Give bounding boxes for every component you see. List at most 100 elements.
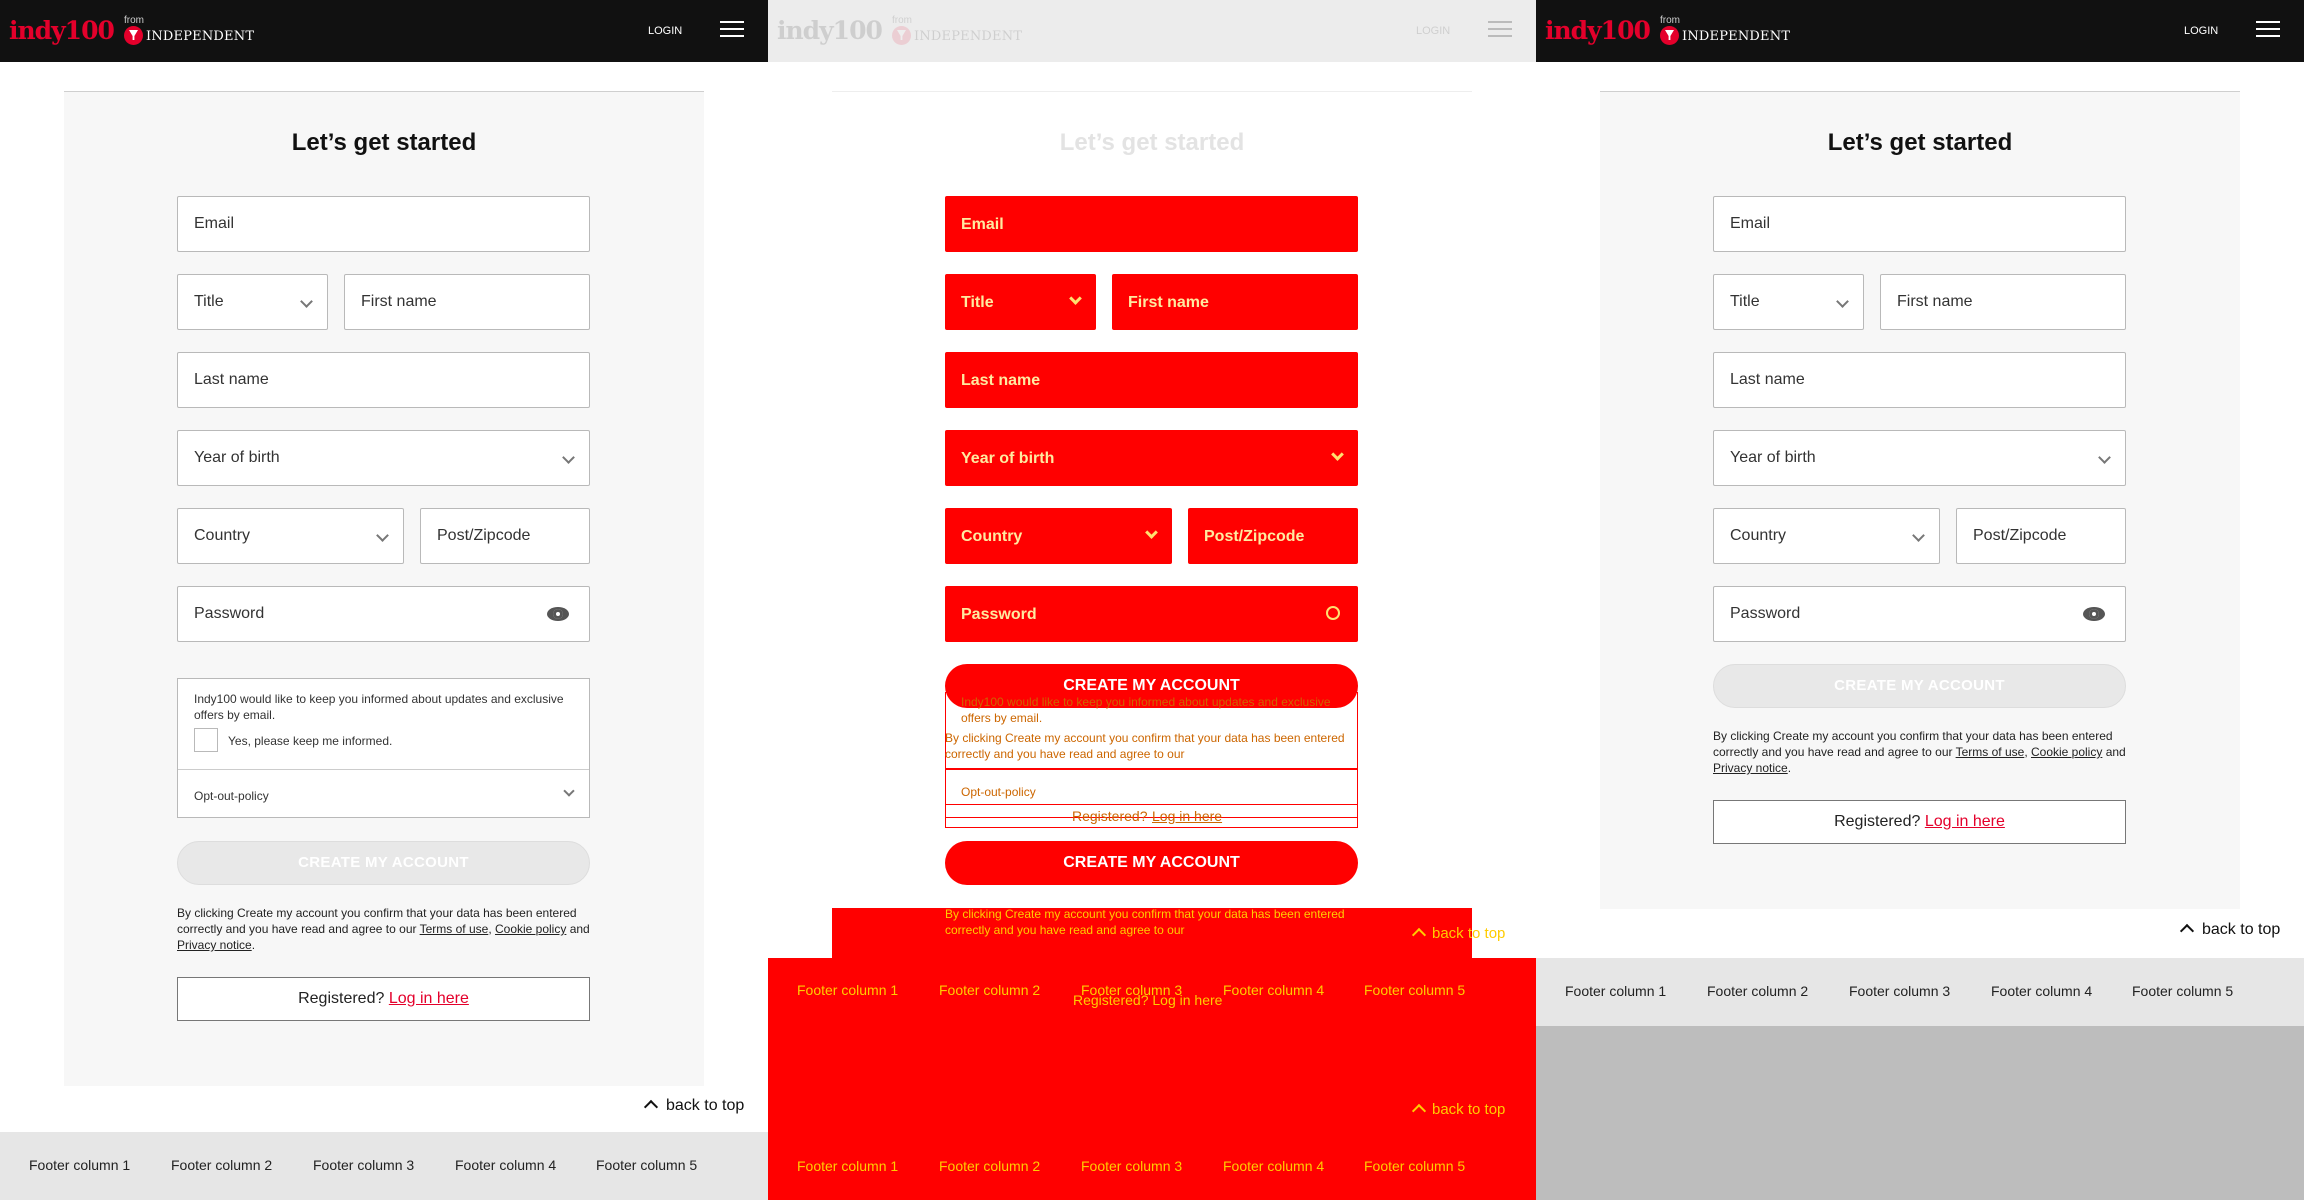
footer-column-3[interactable]: Footer column 3 — [1849, 983, 1950, 999]
footer-column-1[interactable]: Footer column 1 — [1565, 983, 1666, 999]
panel-signup-compact: indy100 from INDEPENDENT LOGIN Let’s get… — [1536, 0, 2304, 1200]
cookie-policy-link[interactable]: Cookie policy — [2031, 745, 2102, 759]
chevron-down-icon[interactable] — [563, 785, 575, 797]
create-account-button[interactable]: CREATE MY ACCOUNT — [945, 841, 1358, 885]
registered-login-box: Registered? Log in here — [177, 977, 590, 1021]
title-select[interactable]: Title — [177, 274, 328, 330]
password-field[interactable]: Password — [945, 586, 1358, 642]
first-name-field[interactable]: First name — [1112, 274, 1358, 330]
email-field[interactable]: Email — [945, 196, 1358, 252]
footer-column-5[interactable]: Footer column 5 — [2132, 983, 2233, 999]
footer-column-1[interactable]: Footer column 1 — [29, 1157, 130, 1173]
legal-notice: By clicking Create my account you confir… — [1713, 729, 2126, 775]
hamburger-menu-icon[interactable] — [720, 21, 744, 39]
footer-column-4[interactable]: Footer column 4 — [1223, 982, 1324, 998]
independent-eagle-icon — [124, 26, 143, 45]
first-name-placeholder: First name — [361, 293, 437, 310]
footer-column-5[interactable]: Footer column 5 — [1364, 1158, 1465, 1174]
terms-of-use-link[interactable]: Terms of use — [420, 922, 489, 936]
consent-checkbox-label[interactable]: Yes, please keep me informed. — [228, 734, 392, 748]
registered-login-overlap[interactable]: Registered? Log in here — [1073, 992, 1222, 1008]
footer-column-4[interactable]: Footer column 4 — [1991, 983, 2092, 999]
footer-column-1[interactable]: Footer column 1 — [797, 1158, 898, 1174]
site-footer: Footer column 1 Footer column 2 Footer c… — [0, 1132, 768, 1200]
country-select[interactable]: Country — [945, 508, 1172, 564]
cookie-policy-link[interactable]: Cookie policy — [495, 922, 566, 936]
country-select[interactable]: Country — [177, 508, 404, 564]
first-name-field[interactable]: First name — [1880, 274, 2126, 330]
legal-text: By clicking Create my account you confir… — [945, 907, 1345, 937]
independent-logo[interactable]: INDEPENDENT — [914, 29, 1022, 44]
opt-out-policy-toggle[interactable]: Opt-out-policy — [961, 784, 1036, 800]
footer-column-2[interactable]: Footer column 2 — [171, 1157, 272, 1173]
footer-column-2[interactable]: Footer column 2 — [939, 1158, 1040, 1174]
independent-eagle-icon — [1660, 26, 1679, 45]
password-field[interactable]: Password — [1713, 586, 2126, 642]
from-label: from — [124, 15, 144, 26]
terms-of-use-link[interactable]: Terms of use — [1956, 745, 2025, 759]
footer-column-3[interactable]: Footer column 3 — [1081, 1158, 1182, 1174]
footer-column-2[interactable]: Footer column 2 — [939, 982, 1040, 998]
footer-column-1[interactable]: Footer column 1 — [797, 982, 898, 998]
login-link[interactable]: LOGIN — [1416, 25, 1450, 37]
footer-column-3[interactable]: Footer column 3 — [313, 1157, 414, 1173]
email-field[interactable]: Email — [1713, 196, 2126, 252]
indy100-logo[interactable]: indy100 — [1545, 16, 1651, 46]
password-field[interactable]: Password — [177, 586, 590, 642]
create-account-button[interactable]: CREATE MY ACCOUNT — [1713, 664, 2126, 708]
postcode-field[interactable]: Post/Zipcode — [1188, 508, 1358, 564]
email-field[interactable]: Email — [177, 196, 590, 252]
footer-column-5[interactable]: Footer column 5 — [596, 1157, 697, 1173]
log-in-here-link[interactable]: Log in here — [1152, 992, 1222, 1008]
last-name-field[interactable]: Last name — [177, 352, 590, 408]
legal-and: and — [569, 922, 590, 936]
country-select[interactable]: Country — [1713, 508, 1940, 564]
independent-logo[interactable]: INDEPENDENT — [1682, 29, 1790, 44]
show-password-eye-icon[interactable] — [2083, 607, 2105, 621]
postcode-field[interactable]: Post/Zipcode — [420, 508, 590, 564]
divider — [178, 769, 589, 770]
independent-logo[interactable]: INDEPENDENT — [146, 29, 254, 44]
title-select[interactable]: Title — [1713, 274, 1864, 330]
login-link[interactable]: LOGIN — [648, 25, 682, 37]
empty-area — [1536, 1026, 2304, 1200]
indy100-logo[interactable]: indy100 — [777, 16, 883, 46]
footer-column-4[interactable]: Footer column 4 — [1223, 1158, 1324, 1174]
consent-text: Indy100 would like to keep you informed … — [194, 692, 564, 722]
privacy-notice-link[interactable]: Privacy notice — [177, 938, 252, 952]
year-of-birth-select[interactable]: Year of birth — [177, 430, 590, 486]
year-of-birth-select[interactable]: Year of birth — [1713, 430, 2126, 486]
log-in-here-link[interactable]: Log in here — [1925, 813, 2005, 830]
privacy-notice-link[interactable]: Privacy notice — [1713, 761, 1788, 775]
create-account-button[interactable]: CREATE MY ACCOUNT — [177, 841, 590, 885]
hamburger-menu-icon[interactable] — [2256, 21, 2280, 39]
postcode-field[interactable]: Post/Zipcode — [1956, 508, 2126, 564]
show-password-eye-icon[interactable] — [547, 607, 569, 621]
registered-label: Registered? — [1072, 808, 1148, 824]
footer-column-4[interactable]: Footer column 4 — [455, 1157, 556, 1173]
title-select[interactable]: Title — [945, 274, 1096, 330]
hamburger-menu-icon[interactable] — [1488, 21, 1512, 39]
title-select-label: Title — [1730, 293, 1760, 310]
footer-column-5[interactable]: Footer column 5 — [1364, 982, 1465, 998]
back-to-top-link[interactable]: back to top — [643, 1097, 744, 1115]
chevron-down-icon — [1331, 448, 1344, 461]
footer-column-2[interactable]: Footer column 2 — [1707, 983, 1808, 999]
year-of-birth-label: Year of birth — [194, 449, 280, 466]
indy100-logo[interactable]: indy100 — [9, 16, 115, 46]
year-of-birth-select[interactable]: Year of birth — [945, 430, 1358, 486]
first-name-field[interactable]: First name — [344, 274, 590, 330]
back-to-top-link[interactable]: back to top — [2179, 921, 2280, 939]
back-to-top-link[interactable]: back to top — [1411, 925, 1505, 943]
show-password-eye-icon[interactable] — [1326, 606, 1340, 620]
back-to-top-link-lower[interactable]: back to top — [1411, 1101, 1505, 1119]
country-label: Country — [961, 528, 1023, 545]
log-in-here-link[interactable]: Log in here — [1152, 808, 1222, 824]
last-name-field[interactable]: Last name — [1713, 352, 2126, 408]
opt-out-policy-toggle[interactable]: Opt-out-policy — [194, 789, 269, 803]
consent-checkbox[interactable] — [194, 728, 218, 752]
chevron-down-icon — [300, 295, 313, 308]
last-name-field[interactable]: Last name — [945, 352, 1358, 408]
log-in-here-link[interactable]: Log in here — [389, 990, 469, 1007]
login-link[interactable]: LOGIN — [2184, 25, 2218, 37]
